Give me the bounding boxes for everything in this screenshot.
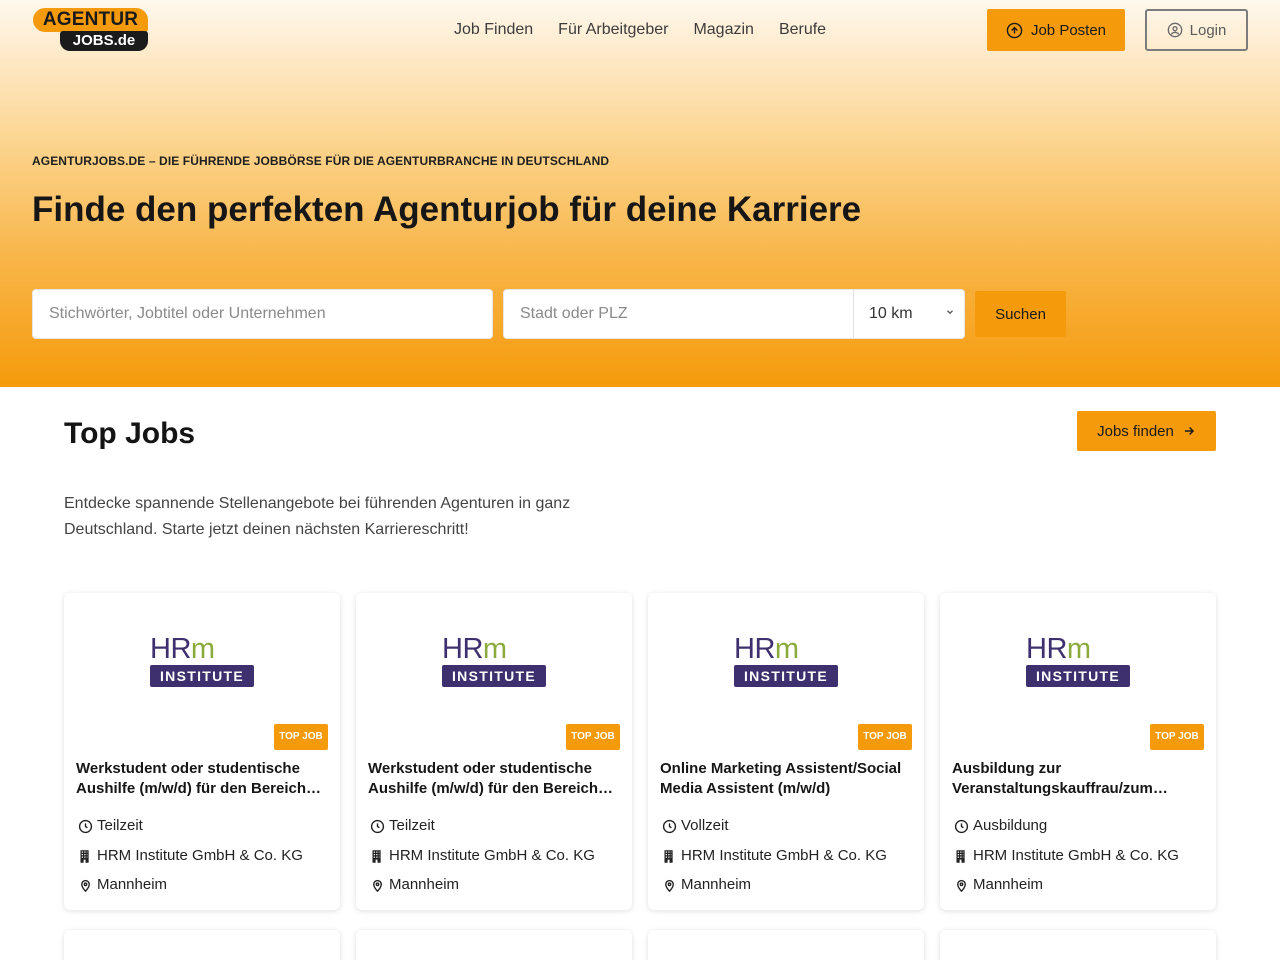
- radius-value: 10 km: [869, 305, 913, 322]
- logo-m: m: [190, 633, 215, 665]
- job-location-label: Mannheim: [389, 876, 460, 893]
- chevron-down-icon: [947, 310, 953, 315]
- nav-fuer-arbeitgeber[interactable]: Für Arbeitgeber: [558, 20, 668, 40]
- company-logo: HRm INSTITUTE: [1026, 633, 1130, 689]
- job-card[interactable]: HRm INSTITUTE TOP JOB Werkstudent oder s…: [356, 593, 632, 910]
- job-posten-label: Job Posten: [1030, 21, 1107, 39]
- job-company-label: HRM Institute GmbH & Co. KG: [681, 847, 887, 864]
- nav-job-finden[interactable]: Job Finden: [454, 20, 533, 40]
- job-title[interactable]: Ausbildung zur Veranstaltungskauffrau/zu…: [952, 759, 1204, 799]
- job-location-label: Mannheim: [973, 876, 1044, 893]
- building-icon: [372, 849, 381, 863]
- logo-hr: HR: [150, 633, 191, 665]
- top-jobs-title: Top Jobs: [64, 417, 196, 450]
- job-card-partial[interactable]: [648, 930, 924, 960]
- search-button[interactable]: Suchen: [975, 291, 1066, 337]
- job-company: HRM Institute GmbH & Co. KG: [662, 847, 887, 865]
- keywords-field: [32, 289, 493, 339]
- job-card[interactable]: HRm INSTITUTE TOP JOB Online Marketing A…: [648, 593, 924, 910]
- arrow-up-circle-icon: [1006, 22, 1023, 38]
- job-card-partial[interactable]: [64, 930, 340, 960]
- logo-hr: HR: [734, 633, 775, 665]
- map-pin-icon: [81, 879, 90, 892]
- job-location: Mannheim: [662, 876, 751, 894]
- top-job-badge: TOP JOB: [274, 724, 328, 750]
- login-button[interactable]: Login: [1145, 9, 1248, 51]
- map-pin-icon: [665, 879, 674, 892]
- job-type: Teilzeit: [370, 817, 435, 835]
- job-company-label: HRM Institute GmbH & Co. KG: [973, 847, 1179, 864]
- site-logo[interactable]: AGENTUR JOBS.de: [33, 8, 148, 52]
- map-pin-icon: [957, 879, 966, 892]
- nav-berufe[interactable]: Berufe: [779, 20, 826, 40]
- job-company: HRM Institute GmbH & Co. KG: [370, 847, 595, 865]
- job-location: Mannheim: [954, 876, 1043, 894]
- job-type: Vollzeit: [662, 817, 729, 835]
- top-job-badge: TOP JOB: [858, 724, 912, 750]
- login-label: Login: [1189, 21, 1227, 39]
- job-location: Mannheim: [370, 876, 459, 894]
- jobs-finden-label: Jobs finden: [1097, 422, 1174, 440]
- building-icon: [956, 849, 965, 863]
- logo-hr: HR: [442, 633, 483, 665]
- job-company: HRM Institute GmbH & Co. KG: [78, 847, 303, 865]
- building-icon: [664, 849, 673, 863]
- logo-institute: INSTITUTE: [150, 665, 254, 687]
- job-card[interactable]: HRm INSTITUTE TOP JOB Werkstudent oder s…: [64, 593, 340, 910]
- logo-institute: INSTITUTE: [1026, 665, 1130, 687]
- radius-select[interactable]: 10 km: [853, 290, 965, 338]
- logo-hr: HR: [1026, 633, 1067, 665]
- logo-institute: INSTITUTE: [442, 665, 546, 687]
- map-pin-icon: [373, 879, 382, 892]
- job-company-label: HRM Institute GmbH & Co. KG: [97, 847, 303, 864]
- company-logo: HRm INSTITUTE: [150, 633, 254, 689]
- top-job-badge: TOP JOB: [1150, 724, 1204, 750]
- job-type-label: Vollzeit: [681, 817, 729, 834]
- city-input[interactable]: [504, 290, 854, 338]
- company-logo: HRm INSTITUTE: [442, 633, 546, 689]
- logo-m: m: [482, 633, 507, 665]
- job-location: Mannheim: [78, 876, 167, 894]
- city-field: 10 km: [503, 289, 965, 339]
- job-type-label: Teilzeit: [97, 817, 143, 834]
- job-card-partial[interactable]: [940, 930, 1216, 960]
- company-logo: HRm INSTITUTE: [734, 633, 838, 689]
- job-location-label: Mannheim: [97, 876, 168, 893]
- hero-headline: Finde den perfekten Agenturjob für deine…: [32, 190, 862, 229]
- job-title[interactable]: Online Marketing Assistent/Social Media …: [660, 759, 912, 799]
- clock-icon: [662, 819, 677, 833]
- job-card-partial[interactable]: [356, 930, 632, 960]
- job-company-label: HRM Institute GmbH & Co. KG: [389, 847, 595, 864]
- clock-icon: [370, 819, 385, 833]
- job-title[interactable]: Werkstudent oder studentische Aushilfe (…: [76, 759, 328, 799]
- job-type: Teilzeit: [78, 817, 143, 835]
- building-icon: [80, 849, 89, 863]
- arrow-right-icon: [1184, 426, 1194, 436]
- top-jobs-intro: Entdecke spannende Stellenangebote bei f…: [64, 495, 571, 538]
- logo-institute: INSTITUTE: [734, 665, 838, 687]
- jobs-finden-button[interactable]: Jobs finden: [1077, 411, 1216, 451]
- clock-icon: [954, 819, 969, 833]
- clock-icon: [78, 819, 93, 833]
- job-title[interactable]: Werkstudent oder studentische Aushilfe (…: [368, 759, 620, 799]
- logo-bottom: JOBS.de: [60, 31, 148, 51]
- job-company: HRM Institute GmbH & Co. KG: [954, 847, 1179, 865]
- user-circle-icon: [1167, 22, 1182, 38]
- logo-top: AGENTUR: [33, 8, 148, 32]
- logo-m: m: [774, 633, 799, 665]
- job-type-label: Teilzeit: [389, 817, 435, 834]
- nav-magazin[interactable]: Magazin: [693, 20, 753, 40]
- job-posten-button[interactable]: Job Posten: [987, 9, 1125, 51]
- hero-section: AGENTUR JOBS.de Job Finden Für Arbeitgeb…: [0, 0, 1280, 387]
- keywords-input[interactable]: [33, 290, 492, 338]
- job-type-label: Ausbildung: [973, 817, 1048, 834]
- job-card[interactable]: HRm INSTITUTE TOP JOB Ausbildung zur Ver…: [940, 593, 1216, 910]
- top-job-badge: TOP JOB: [566, 724, 620, 750]
- main-nav: Job Finden Für Arbeitgeber Magazin Beruf…: [454, 20, 826, 40]
- hero-eyebrow: AGENTURJOBS.DE – DIE FÜHRENDE JOBBÖRSE F…: [32, 154, 610, 168]
- job-type: Ausbildung: [954, 817, 1047, 835]
- logo-m: m: [1066, 633, 1091, 665]
- job-location-label: Mannheim: [681, 876, 752, 893]
